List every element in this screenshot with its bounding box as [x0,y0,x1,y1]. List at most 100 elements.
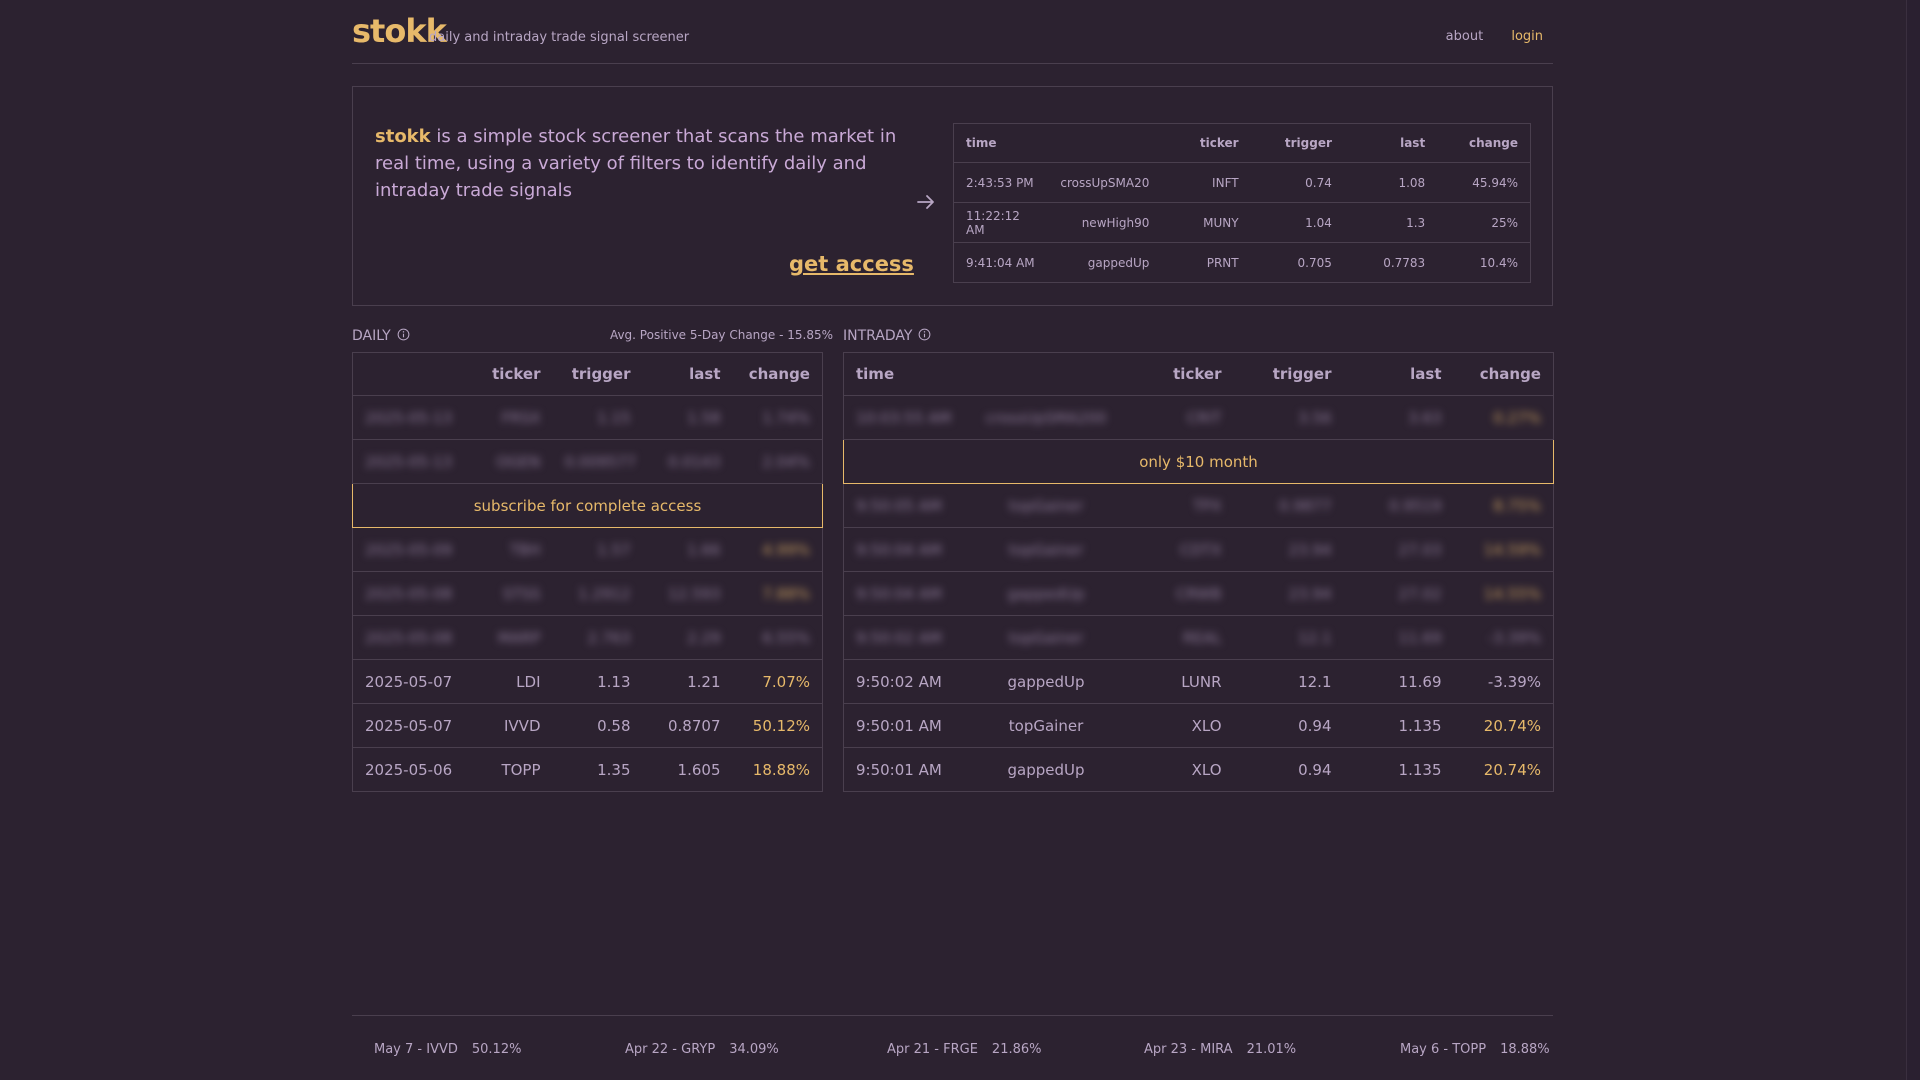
get-access-link[interactable]: get access [789,252,914,276]
tagline: daily and intraday trade signal screener [429,30,690,45]
cell-trigger: 0.009577 [552,439,643,484]
cell-last: 1.135 [1398,760,1442,779]
cell-trigger: 1.04 [1250,202,1344,243]
cell-change: 4.99% [732,527,823,572]
col-change[interactable]: change [732,352,823,396]
daily-header-row: ticker trigger last change [352,352,823,396]
cell-change: 20.74% [1483,760,1541,779]
cell-trigger: 1.57 [552,527,643,572]
cell-change: -3.39% [1453,659,1554,704]
subscribe-button[interactable]: subscribe for complete access [352,483,823,528]
cell-date: 2025-05-09 [352,527,473,572]
cell-date: 2025-05-13 [352,395,473,440]
intraday-table: time ticker trigger last change 10:03:55… [843,352,1554,792]
table-row[interactable]: 9:50:01 AM topGainer XLO 0.94 1.135 20.7… [843,703,1554,748]
table-row[interactable]: 2025-05-06 TOPP 1.35 1.605 18.88% [353,748,823,792]
cell-signal: topGainer [968,703,1124,748]
blurred-row: 2025-05-08 STSS 1.2912 12.593 7.88% [352,571,823,616]
hero-signal-table: time ticker trigger last change 2:43:53 … [953,123,1531,283]
cell-time: 9:41:04 AM [966,255,1035,270]
cell-ticker: CRIT [1123,395,1234,440]
col-trigger[interactable]: trigger [1233,352,1344,396]
page-scrollbar[interactable] [1906,0,1920,1080]
cell-signal: gappedUp [968,571,1124,616]
cell-ticker: REAL [1123,615,1234,660]
cell-trigger: 23.94 [1233,571,1344,616]
col-time[interactable]: time [843,352,969,396]
cell-ticker: MARP [472,615,553,660]
col-ticker[interactable]: ticker [472,352,553,396]
cell-ticker: LDI [472,659,553,704]
cell-ticker: PRNT [1206,255,1239,270]
info-icon[interactable] [918,328,931,341]
cell-ticker: LUNR [1123,659,1234,704]
subscribe-row[interactable]: subscribe for complete access [352,483,823,528]
cell-trigger: 0.9877 [1233,483,1344,528]
intraday-title: INTRADAY [843,328,913,344]
cell-trigger: 0.94 [1298,760,1332,779]
ticker-label: May 7 - IVVD [374,1042,458,1057]
cell-ticker: INFT [1161,162,1251,203]
cell-last: 11.69 [1343,615,1454,660]
nav-login-link[interactable]: login [1511,29,1543,44]
cell-last: 1.3 [1343,202,1438,243]
cell-trigger: 0.94 [1233,703,1344,748]
arrow-right-icon [917,195,934,209]
col-change: change [1437,123,1531,163]
daily-average-change: Avg. Positive 5-Day Change - 15.85% [609,328,833,342]
cell-last: 0.0143 [642,439,733,484]
table-row[interactable]: 11:22:12 AM newHigh90 MUNY 1.04 1.3 25% [953,202,1531,243]
col-date [352,352,473,396]
col-last[interactable]: last [642,352,733,396]
hero-description-text: is a simple stock screener that scans th… [375,126,897,201]
ticker-pct: 21.86% [991,1042,1042,1057]
cell-trigger: 23.94 [1233,527,1344,572]
col-trigger[interactable]: trigger [552,352,643,396]
ticker-pct: 18.88% [1500,1042,1550,1057]
cell-last: 1.08 [1343,162,1438,203]
cell-time: 9:50:05 AM [843,483,969,528]
pricing-row[interactable]: only $10 month [843,439,1554,484]
cell-signal: crossUpSMA20 [1046,162,1162,203]
col-trigger: trigger [1250,123,1344,163]
cell-trigger: 1.13 [552,659,643,704]
col-ticker[interactable]: ticker [1123,352,1234,396]
col-last: last [1343,123,1438,163]
cell-ticker: OGEN [472,439,553,484]
cell-time: 9:50:01 AM [843,703,969,748]
col-time: time [953,123,1047,163]
cell-trigger: 2.763 [552,615,643,660]
table-row[interactable]: 2025-05-07 LDI 1.13 1.21 7.07% [352,659,823,704]
cell-trigger: 0.74 [1250,162,1344,203]
table-row[interactable]: 9:50:02 AM gappedUp LUNR 12.1 11.69 -3.3… [843,659,1554,704]
cell-change: 1.74% [732,395,823,440]
info-icon[interactable] [397,328,410,341]
ticker-item[interactable]: Apr 22 - GRYP 34.09% [625,1042,779,1057]
cell-change: 20.74% [1453,703,1554,748]
ticker-item[interactable]: May 6 - TOPP 18.88% [1400,1042,1550,1057]
pricing-button[interactable]: only $10 month [843,439,1554,484]
cell-trigger: 1.2912 [552,571,643,616]
cell-date: 2025-05-08 [352,571,473,616]
cell-last: 1.66 [642,527,733,572]
cell-signal: newHigh90 [1046,202,1162,243]
table-row[interactable]: 2025-05-07 IVVD 0.58 0.8707 50.12% [352,703,823,748]
nav-about-link[interactable]: about [1446,29,1484,44]
footer-ticker: May 7 - IVVD 50.12% Apr 22 - GRYP 34.09% A… [352,1015,1553,1080]
table-row[interactable]: 9:50:01 AM gappedUp XLO 0.94 1.135 20.74… [844,748,1554,792]
col-last[interactable]: last [1343,352,1454,396]
cell-signal: gappedUp [1087,255,1150,270]
cell-signal: topGainer [968,615,1124,660]
table-row[interactable]: 9:41:04 AM gappedUp PRNT 0.705 0.7783 10… [954,243,1531,283]
col-signal [968,352,1124,396]
col-change[interactable]: change [1453,352,1554,396]
cell-change: 14.59% [1453,527,1554,572]
ticker-item[interactable]: Apr 23 - MIRA 21.01% [1144,1042,1296,1057]
cell-signal: topGainer [968,527,1124,572]
table-row[interactable]: 2:43:53 PM crossUpSMA20 INFT 0.74 1.08 4… [953,162,1531,203]
ticker-label: Apr 22 - GRYP [625,1042,716,1057]
ticker-item[interactable]: May 7 - IVVD 50.12% [374,1042,521,1057]
ticker-item[interactable]: Apr 21 - FRGE 21.86% [887,1042,1042,1057]
cell-trigger: 0.705 [1297,255,1332,270]
cell-change: 18.88% [752,760,810,779]
